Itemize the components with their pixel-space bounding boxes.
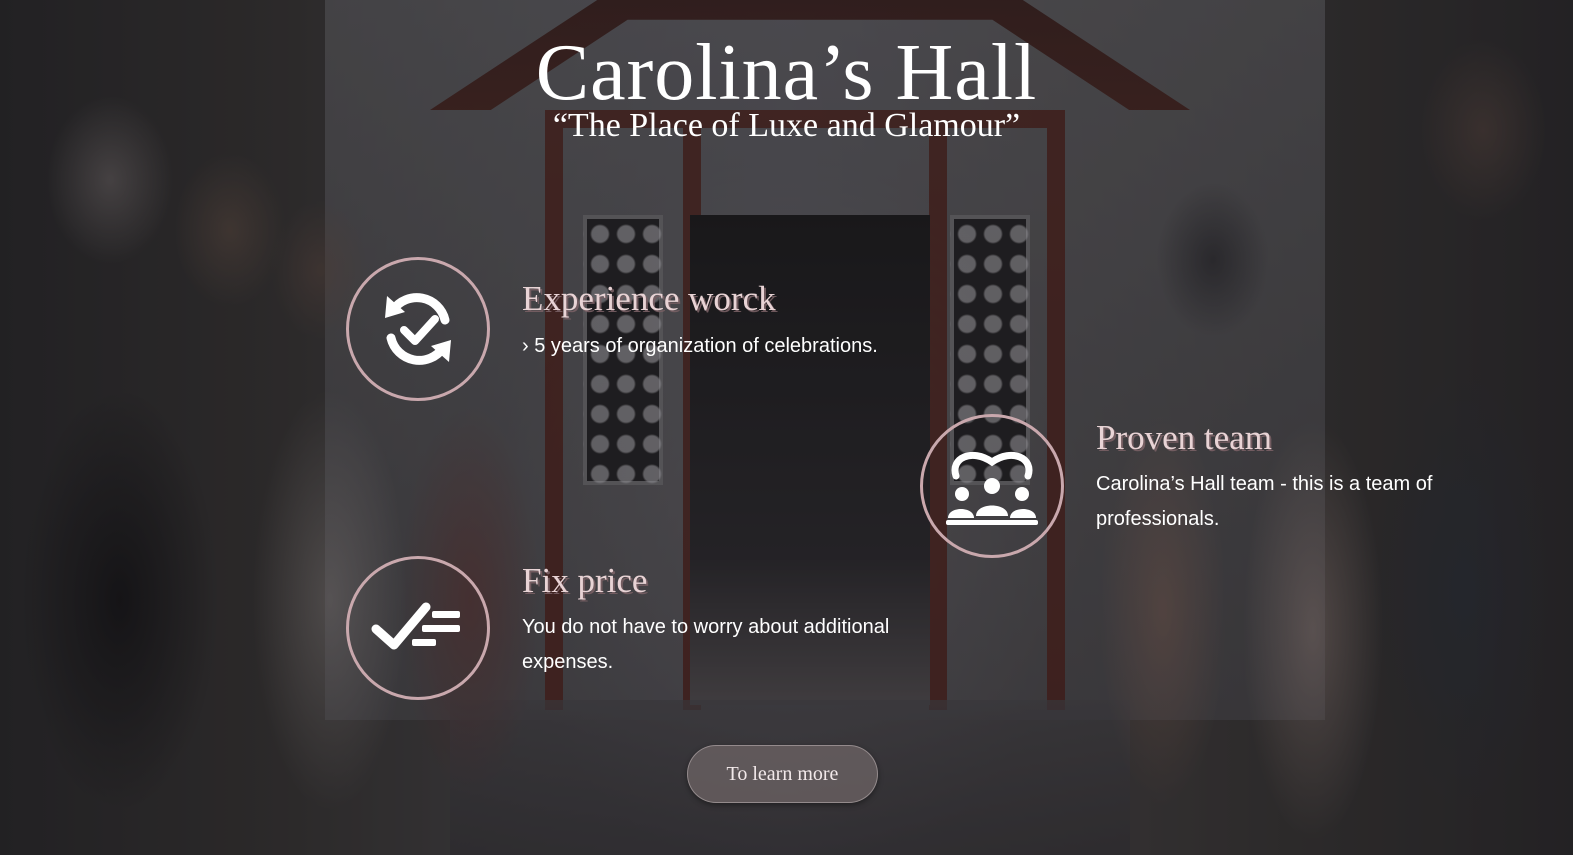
feature-title: Fix price: [522, 561, 648, 600]
learn-more-button[interactable]: To learn more: [687, 745, 878, 803]
feature-text: You do not have to worry about additiona…: [522, 616, 890, 673]
check-list-icon: [371, 602, 460, 650]
feature-title: Proven team: [1096, 418, 1272, 457]
team-icon: [946, 451, 1038, 525]
feature-icon-ring: [346, 556, 490, 700]
page-title: Carolina’s Hall: [535, 29, 1038, 117]
feature-text: Carolina’s Hall team - this is a team of…: [1096, 473, 1433, 530]
feature-title: Experience worck: [522, 279, 776, 318]
feature-text: › 5 years of organization of celebration…: [522, 335, 878, 357]
feature-icon-ring: [346, 257, 490, 401]
page-subtitle: “The Place of Luxe and Glamour”: [552, 107, 1021, 144]
refresh-check-icon: [385, 293, 451, 365]
feature-icon-ring: [920, 414, 1064, 558]
